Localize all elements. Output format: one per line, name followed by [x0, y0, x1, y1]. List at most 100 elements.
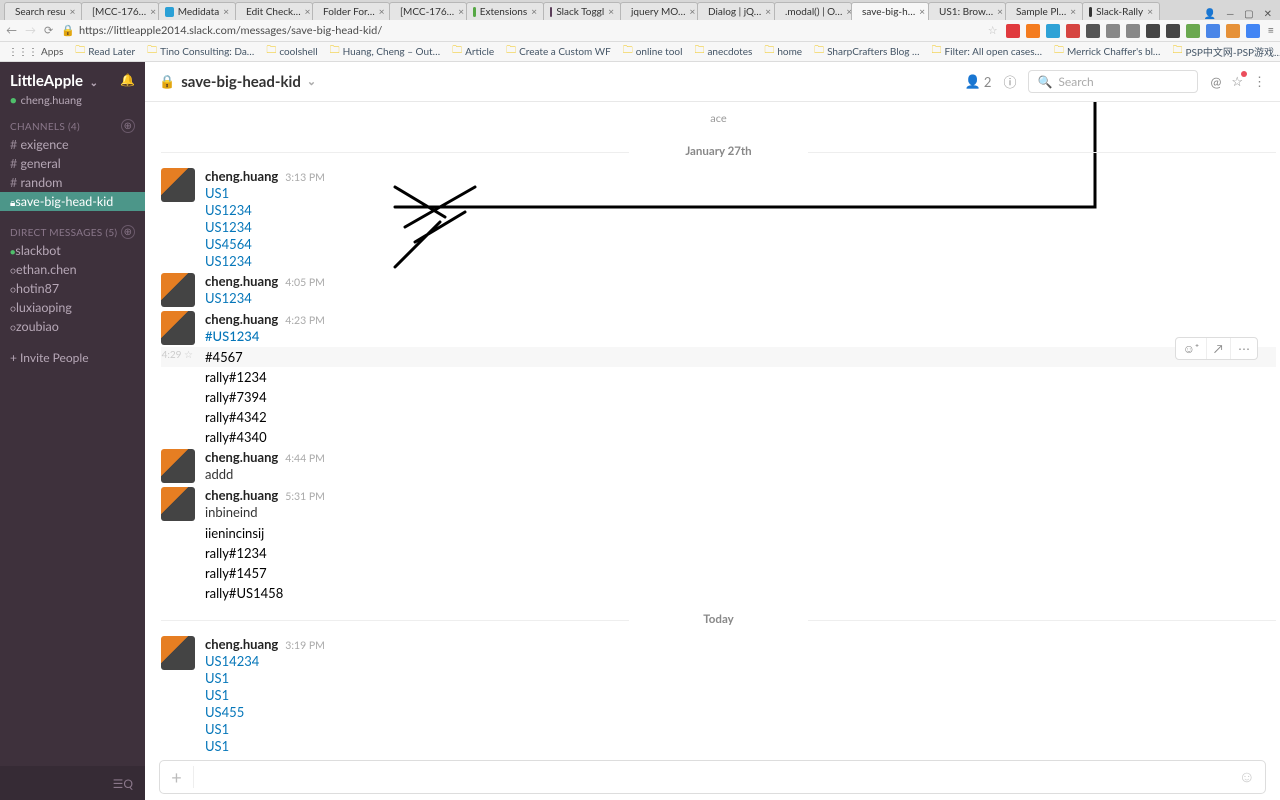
bookmark-item[interactable]: 🗀Article [452, 43, 494, 60]
sidebar-dm[interactable]: slackbot [0, 241, 145, 260]
tab-close-icon[interactable]: × [608, 6, 614, 18]
forward-icon[interactable]: → [25, 24, 36, 37]
tab-close-icon[interactable]: × [765, 6, 771, 18]
reload-icon[interactable]: ⟳ [44, 24, 53, 37]
bookmark-item[interactable]: 🗀SharpCrafters Blog … [814, 43, 919, 60]
team-menu[interactable]: LittleApple ⌄ [10, 72, 135, 90]
tab-close-icon[interactable]: × [305, 6, 311, 18]
message-input[interactable] [194, 770, 1229, 785]
message-author[interactable]: cheng.huang [205, 487, 278, 503]
mentions-icon[interactable]: @ [1210, 74, 1221, 90]
tab-close-icon[interactable]: × [919, 6, 925, 18]
add-reaction-icon[interactable]: ☺⁺ [1176, 338, 1206, 359]
starred-icon[interactable]: ☆ [1231, 73, 1243, 90]
window-controls[interactable]: 👤 — ▢ ✕ [1196, 8, 1280, 20]
sidebar-channel[interactable]: random [0, 173, 145, 192]
hamburger-icon[interactable]: ≡ [1268, 24, 1274, 37]
info-icon[interactable]: ⓘ [1003, 72, 1016, 91]
extension-icon[interactable] [1046, 24, 1060, 38]
address-bar[interactable]: 🔒https://littleapple2014.slack.com/messa… [61, 24, 979, 37]
bookmark-item[interactable]: 🗀Read Later [75, 43, 135, 60]
member-count[interactable]: 👤2 [965, 73, 992, 90]
channels-header[interactable]: CHANNELS (4)⊕ [0, 115, 145, 135]
person-icon[interactable]: 👤 [1204, 8, 1216, 20]
message-list[interactable]: ace January 27thcheng.huang3:13 PMUS1US1… [145, 102, 1280, 756]
avatar[interactable] [161, 311, 195, 345]
extension-icon[interactable] [1146, 24, 1160, 38]
bookmark-item[interactable]: 🗀Create a Custom WF [506, 43, 611, 60]
bookmark-item[interactable]: 🗀PSP中文网-PSP游戏… [1172, 43, 1280, 60]
avatar[interactable] [161, 273, 195, 307]
invite-people[interactable]: + Invite People [0, 336, 145, 379]
extension-icon[interactable] [1166, 24, 1180, 38]
avatar[interactable] [161, 636, 195, 670]
bookmark-item[interactable]: 🗀Huang, Cheng – Out… [330, 43, 441, 60]
channel-title[interactable]: 🔒 save-big-head-kid ⌄ [159, 73, 316, 91]
tab-close-icon[interactable]: × [223, 6, 229, 18]
browser-tab[interactable]: Sample Pl…× [1005, 2, 1083, 20]
bookmark-star-icon[interactable]: ☆ [988, 24, 998, 37]
tab-close-icon[interactable]: × [1147, 6, 1153, 18]
tab-close-icon[interactable]: × [1070, 6, 1076, 18]
search-input[interactable]: 🔍Search [1028, 70, 1198, 93]
emoji-icon[interactable]: ☺ [1229, 767, 1265, 787]
add-channel-icon[interactable]: ⊕ [121, 119, 135, 133]
current-user[interactable]: ●cheng.huang [0, 94, 145, 115]
sidebar-dm[interactable]: hotin87 [0, 279, 145, 298]
sidebar-dm[interactable]: ethan.chen [0, 260, 145, 279]
bookmark-item[interactable]: 🗀anecdotes [694, 43, 752, 60]
browser-tab[interactable]: Search resu× [4, 2, 82, 20]
extension-icon[interactable] [1066, 24, 1080, 38]
extension-icon[interactable] [1226, 24, 1240, 38]
avatar[interactable] [161, 487, 195, 521]
browser-tab[interactable]: Slack-Rally× [1082, 2, 1160, 20]
browser-tab[interactable]: Extensions× [466, 2, 544, 20]
tab-close-icon[interactable]: × [150, 6, 156, 18]
extension-icon[interactable] [1026, 24, 1040, 38]
message-author[interactable]: cheng.huang [205, 636, 278, 652]
bookmark-item[interactable]: 🗀home [764, 43, 802, 60]
add-dm-icon[interactable]: ⊕ [121, 225, 135, 239]
browser-tab[interactable]: Edit Check…× [235, 2, 313, 20]
browser-tab[interactable]: Dialog | jQ…× [697, 2, 775, 20]
back-icon[interactable]: ← [6, 24, 17, 37]
message-author[interactable]: cheng.huang [205, 311, 278, 327]
tab-close-icon[interactable]: × [458, 6, 464, 18]
tab-close-icon[interactable]: × [997, 6, 1003, 18]
extension-icon[interactable] [1126, 24, 1140, 38]
more-icon[interactable]: ⋮ [1253, 73, 1266, 90]
browser-tab[interactable]: .modal() | O…× [774, 2, 852, 20]
browser-tab[interactable]: [MCC-176…× [81, 2, 159, 20]
apps-shortcut[interactable]: ⋮⋮⋮ Apps [8, 46, 63, 58]
bookmark-item[interactable]: 🗀online tool [623, 43, 683, 60]
sidebar-dm[interactable]: zoubiao [0, 317, 145, 336]
tab-close-icon[interactable]: × [531, 6, 537, 18]
extension-icon[interactable] [1246, 24, 1260, 38]
browser-tab[interactable]: Folder For…× [312, 2, 390, 20]
attach-button[interactable]: + [160, 766, 194, 788]
chevron-down-icon[interactable]: ⌄ [307, 75, 316, 88]
bookmark-item[interactable]: 🗀Tino Consulting: Da… [147, 43, 254, 60]
sidebar-channel[interactable]: save-big-head-kid [0, 192, 145, 211]
extension-icon[interactable] [1106, 24, 1120, 38]
tab-close-icon[interactable]: × [690, 6, 696, 18]
maximize-icon[interactable]: ▢ [1244, 8, 1253, 20]
bookmark-item[interactable]: 🗀Merrick Chaffer's bl… [1054, 43, 1160, 60]
minimize-icon[interactable]: — [1226, 8, 1234, 20]
bookmark-item[interactable]: 🗀coolshell [266, 43, 317, 60]
extension-icon[interactable] [1206, 24, 1220, 38]
browser-tab[interactable]: [MCC-176…× [389, 2, 467, 20]
message-actions[interactable]: ☺⁺↗⋯ [1175, 337, 1258, 360]
share-icon[interactable]: ↗ [1206, 338, 1230, 359]
browser-tab[interactable]: Slack Toggl× [543, 2, 621, 20]
more-actions-icon[interactable]: ⋯ [1230, 338, 1257, 359]
close-icon[interactable]: ✕ [1264, 8, 1272, 20]
sidebar-channel[interactable]: exigence [0, 135, 145, 154]
extension-icon[interactable] [1186, 24, 1200, 38]
direct-messages-header[interactable]: DIRECT MESSAGES (5)⊕ [0, 221, 145, 241]
message-author[interactable]: cheng.huang [205, 273, 278, 289]
tab-close-icon[interactable]: × [379, 6, 385, 18]
message-author[interactable]: cheng.huang [205, 168, 278, 184]
bookmark-item[interactable]: 🗀Filter: All open cases… [932, 43, 1043, 60]
extension-icon[interactable] [1006, 24, 1020, 38]
